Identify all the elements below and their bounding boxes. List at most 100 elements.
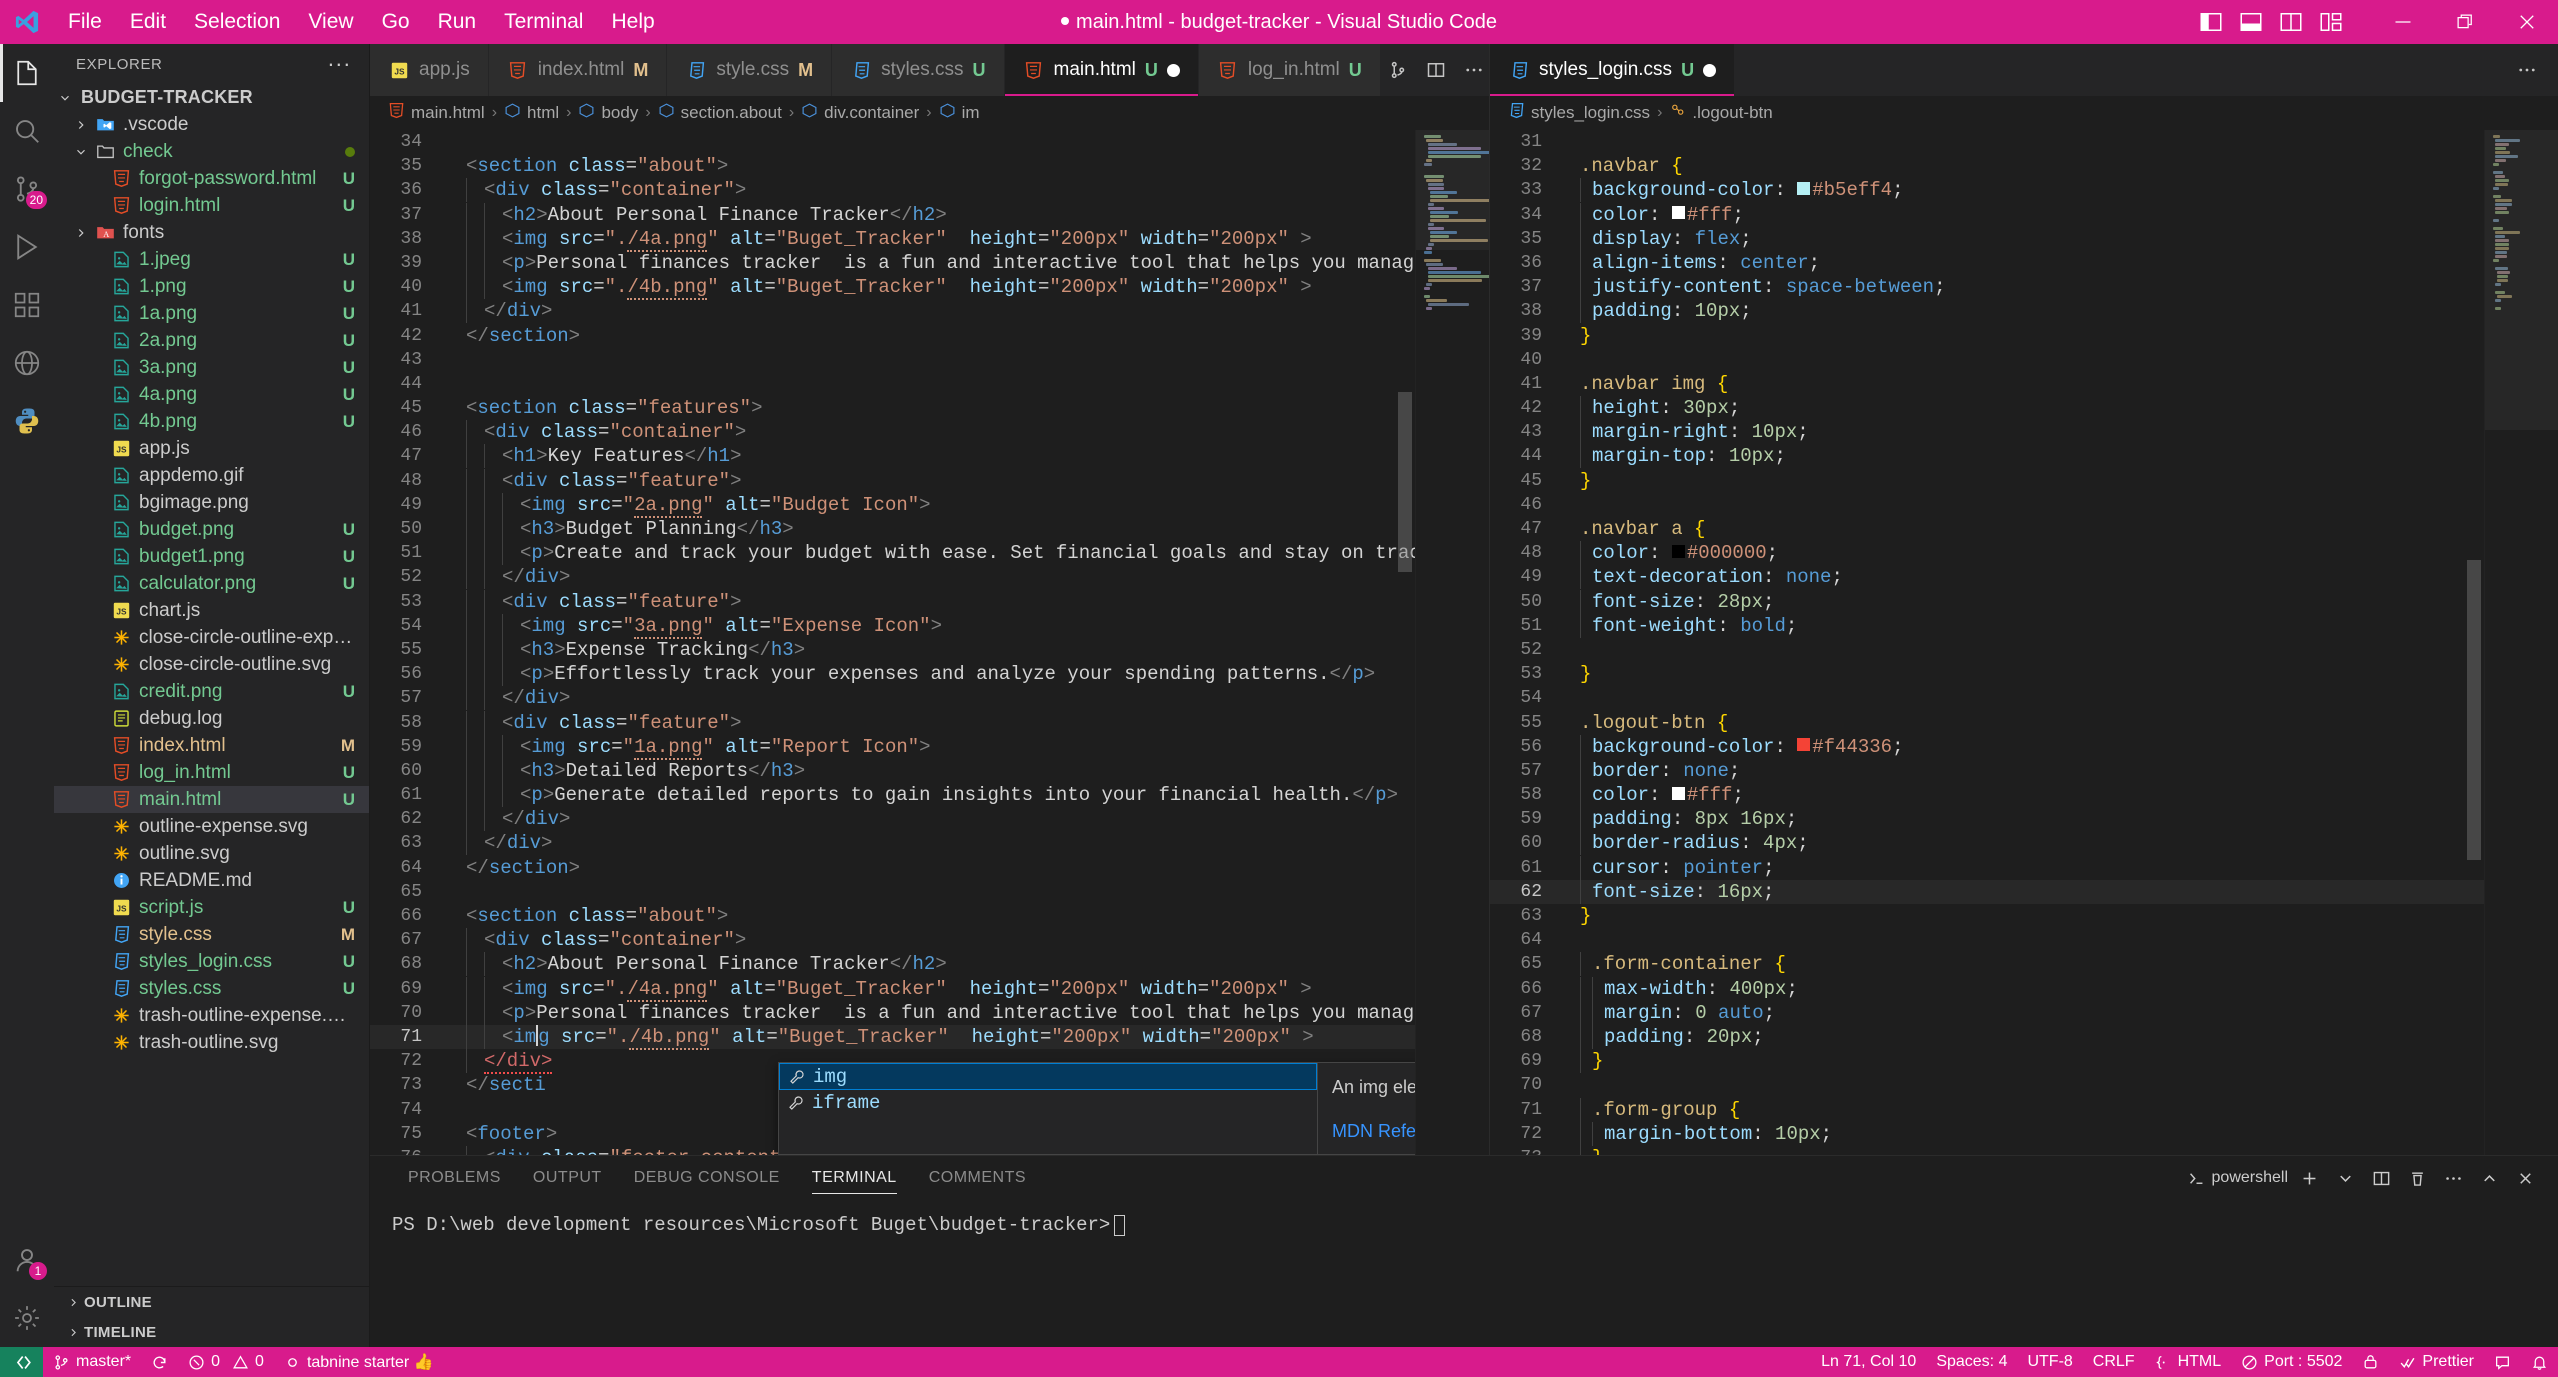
new-terminal-icon[interactable] bbox=[2294, 1163, 2324, 1193]
minimap-slider[interactable] bbox=[1416, 130, 1489, 250]
suggest-item-iframe[interactable]: iframe bbox=[779, 1090, 1317, 1115]
status-live-server-port[interactable]: Port : 5502 bbox=[2231, 1347, 2352, 1377]
code-line[interactable]: 44 bbox=[370, 372, 1415, 396]
code-line[interactable]: 60<h3>Detailed Reports</h3> bbox=[370, 759, 1415, 783]
suggest-item-img[interactable]: img bbox=[779, 1063, 1317, 1090]
tree-file-script-js[interactable]: JSscript.jsU bbox=[54, 894, 369, 921]
split-terminal-icon[interactable] bbox=[2366, 1163, 2396, 1193]
status-eol[interactable]: CRLF bbox=[2083, 1347, 2145, 1377]
status-language-mode[interactable]: HTML bbox=[2145, 1347, 2232, 1377]
code-line[interactable]: 62font-size: 16px; bbox=[1490, 880, 2484, 904]
code-line[interactable]: 36<div class="container"> bbox=[370, 178, 1415, 202]
status-branch[interactable]: master* bbox=[43, 1347, 141, 1377]
code-line[interactable]: 63} bbox=[1490, 904, 2484, 928]
code-line[interactable]: 37<h2>About Personal Finance Tracker</h2… bbox=[370, 203, 1415, 227]
tree-folder-fonts[interactable]: Afonts bbox=[54, 219, 369, 246]
code-line[interactable]: 32.navbar { bbox=[1490, 154, 2484, 178]
breadcrumb-segment--logout-btn[interactable]: .logout-btn bbox=[1669, 102, 1772, 124]
breadcrumb-segment-body[interactable]: body bbox=[578, 102, 638, 124]
menu-file[interactable]: File bbox=[54, 0, 116, 44]
code-line[interactable]: 70<p>Personal finances tracker is a fun … bbox=[370, 1001, 1415, 1025]
tree-file-log-in-html[interactable]: log_in.htmlU bbox=[54, 759, 369, 786]
editor-tab-index-html[interactable]: index.htmlM bbox=[489, 44, 668, 96]
tab-dirty-indicator-icon[interactable] bbox=[1703, 64, 1716, 77]
code-line[interactable]: 65.form-container { bbox=[1490, 952, 2484, 976]
tree-file-close-circle-outline-expense-svg[interactable]: close-circle-outline-expense.svg bbox=[54, 624, 369, 651]
code-line[interactable]: 36align-items: center; bbox=[1490, 251, 2484, 275]
code-line[interactable]: 55.logout-btn { bbox=[1490, 711, 2484, 735]
code-line[interactable]: 38<img src="./4a.png" alt="Buget_Tracker… bbox=[370, 227, 1415, 251]
split-editor-icon[interactable] bbox=[1419, 44, 1453, 96]
more-actions-icon[interactable] bbox=[2438, 1163, 2468, 1193]
code-line[interactable]: 71.form-group { bbox=[1490, 1098, 2484, 1122]
editor-tab-actions[interactable] bbox=[2510, 44, 2558, 96]
code-line[interactable]: 54<img src="3a.png" alt="Expense Icon"> bbox=[370, 614, 1415, 638]
code-line[interactable]: 38padding: 10px; bbox=[1490, 299, 2484, 323]
layout-controls[interactable] bbox=[2192, 0, 2372, 44]
mdn-reference-link[interactable]: MDN Reference bbox=[1332, 1121, 1415, 1142]
code-line[interactable]: 67<div class="container"> bbox=[370, 928, 1415, 952]
editor-tab-style-css[interactable]: style.cssM bbox=[667, 44, 832, 96]
editor-tab-log-in-html[interactable]: log_in.htmlU bbox=[1199, 44, 1381, 96]
code-line[interactable]: 47<h1>Key Features</h1> bbox=[370, 444, 1415, 468]
minimap-left[interactable] bbox=[1415, 130, 1489, 1155]
more-actions-icon[interactable] bbox=[2510, 44, 2544, 96]
chevron-down-icon[interactable] bbox=[2330, 1163, 2360, 1193]
minimap-right[interactable] bbox=[2484, 130, 2558, 1155]
code-line[interactable]: 37justify-content: space-between; bbox=[1490, 275, 2484, 299]
code-line[interactable]: 39<p>Personal finances tracker is a fun … bbox=[370, 251, 1415, 275]
code-line[interactable]: 68padding: 20px; bbox=[1490, 1025, 2484, 1049]
toggle-primary-sidebar-icon[interactable] bbox=[2192, 0, 2230, 44]
restore-button[interactable] bbox=[2434, 0, 2496, 44]
tree-root-budget-tracker[interactable]: BUDGET-TRACKER bbox=[54, 84, 369, 111]
menu-terminal[interactable]: Terminal bbox=[490, 0, 597, 44]
code-line[interactable]: 41</div> bbox=[370, 299, 1415, 323]
tree-file-budget-png[interactable]: budget.pngU bbox=[54, 516, 369, 543]
code-line[interactable]: 44margin-top: 10px; bbox=[1490, 444, 2484, 468]
customize-layout-icon[interactable] bbox=[2312, 0, 2350, 44]
panel-tab-debug-console[interactable]: DEBUG CONSOLE bbox=[618, 1156, 796, 1200]
activity-item-search[interactable] bbox=[0, 102, 54, 160]
code-line[interactable]: 53} bbox=[1490, 662, 2484, 686]
status-gitlens[interactable] bbox=[2352, 1347, 2389, 1377]
code-line[interactable]: 57</div> bbox=[370, 686, 1415, 710]
code-line[interactable]: 69<img src="./4a.png" alt="Buget_Tracker… bbox=[370, 977, 1415, 1001]
kill-terminal-icon[interactable] bbox=[2402, 1163, 2432, 1193]
code-line[interactable]: 42height: 30px; bbox=[1490, 396, 2484, 420]
code-line[interactable]: 69} bbox=[1490, 1049, 2484, 1073]
editor-tabs-right[interactable]: styles_login.cssU bbox=[1490, 44, 2558, 96]
code-line[interactable]: 73} bbox=[1490, 1146, 2484, 1155]
code-line[interactable]: 48<div class="feature"> bbox=[370, 469, 1415, 493]
terminal-shell-selector[interactable]: powershell bbox=[2187, 1169, 2288, 1188]
maximize-panel-icon[interactable] bbox=[2474, 1163, 2504, 1193]
tree-file-forgot-password-html[interactable]: forgot-password.htmlU bbox=[54, 165, 369, 192]
status-feedback[interactable] bbox=[2484, 1347, 2521, 1377]
tree-file-chart-js[interactable]: JSchart.js bbox=[54, 597, 369, 624]
breadcrumb-segment-styles-login-css[interactable]: styles_login.css bbox=[1508, 102, 1650, 124]
editor-tab-actions[interactable] bbox=[1381, 44, 1505, 96]
activity-item-remote-explorer[interactable] bbox=[0, 334, 54, 392]
code-line[interactable]: 51font-weight: bold; bbox=[1490, 614, 2484, 638]
code-line[interactable]: 35display: flex; bbox=[1490, 227, 2484, 251]
vertical-scrollbar-left[interactable] bbox=[1395, 130, 1415, 1155]
code-line[interactable]: 62</div> bbox=[370, 807, 1415, 831]
split-editor-source-control-icon[interactable] bbox=[1381, 44, 1415, 96]
tree-file-4a-png[interactable]: 4a.pngU bbox=[54, 381, 369, 408]
suggest-list[interactable]: imgiframe bbox=[778, 1062, 1318, 1155]
close-panel-icon[interactable] bbox=[2510, 1163, 2540, 1193]
code-editor-main-html[interactable]: 3435<section class="about">36<div class=… bbox=[370, 130, 1489, 1155]
terminal-body[interactable]: PS D:\web development resources\Microsof… bbox=[370, 1200, 2558, 1347]
code-scroll-left[interactable]: 3435<section class="about">36<div class=… bbox=[370, 130, 1415, 1155]
remote-window-button[interactable] bbox=[0, 1347, 43, 1377]
tree-file-3a-png[interactable]: 3a.pngU bbox=[54, 354, 369, 381]
tree-file-styles-css[interactable]: styles.cssU bbox=[54, 975, 369, 1002]
breadcrumb-segment-div-container[interactable]: div.container bbox=[801, 102, 919, 124]
tree-file-outline-expense-svg[interactable]: outline-expense.svg bbox=[54, 813, 369, 840]
status-notifications[interactable] bbox=[2521, 1347, 2558, 1377]
tree-file-1a-png[interactable]: 1a.pngU bbox=[54, 300, 369, 327]
activity-item-explorer[interactable] bbox=[0, 44, 54, 102]
code-line[interactable]: 50font-size: 28px; bbox=[1490, 590, 2484, 614]
menu-bar[interactable]: FileEditSelectionViewGoRunTerminalHelp bbox=[54, 0, 669, 44]
code-line[interactable]: 59<img src="1a.png" alt="Report Icon"> bbox=[370, 735, 1415, 759]
code-line[interactable]: 58<div class="feature"> bbox=[370, 711, 1415, 735]
